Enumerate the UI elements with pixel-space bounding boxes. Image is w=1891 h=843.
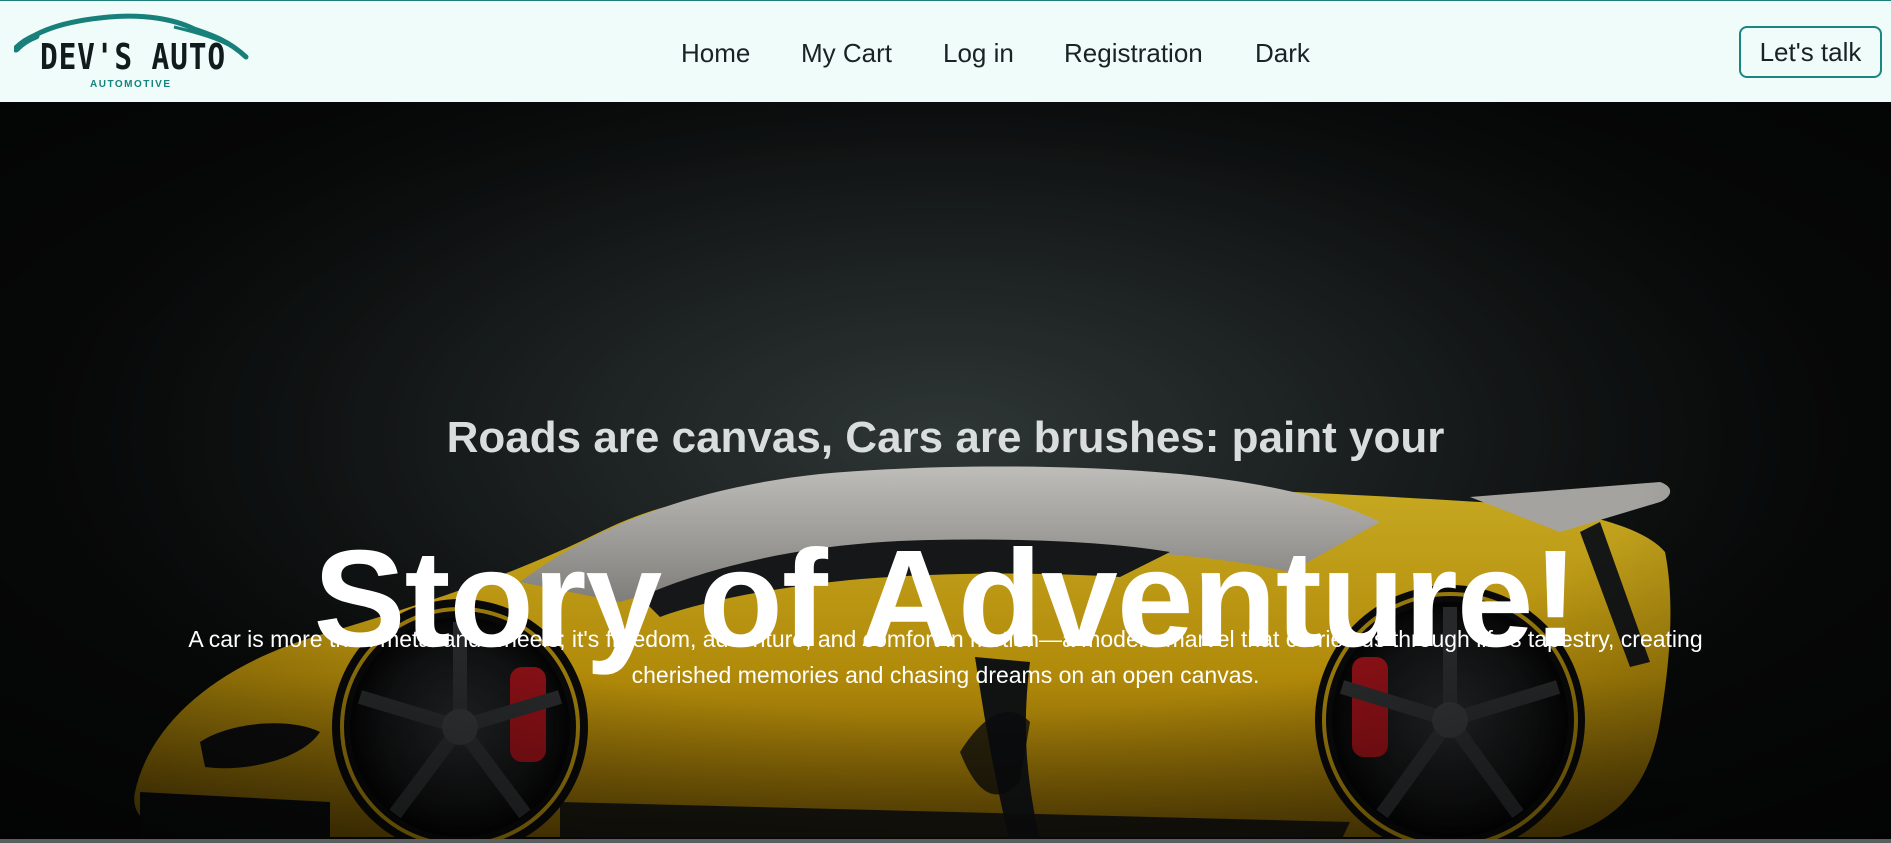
brand-logo[interactable]: DEV'S AUTO AUTOMOTIVE <box>14 13 250 93</box>
main-nav: Home My Cart Log in Registration Dark <box>0 1 1891 103</box>
brand-name: DEV'S AUTO <box>40 37 226 78</box>
brand-subtitle: AUTOMOTIVE <box>90 79 172 90</box>
hero-section: Roads are canvas, Cars are brushes: pain… <box>0 102 1891 843</box>
hero-description: A car is more than metal and wheels; it'… <box>188 626 1703 688</box>
hero-tagline: Roads are canvas, Cars are brushes: pain… <box>446 412 1445 462</box>
nav-login-link[interactable]: Log in <box>943 38 1014 68</box>
sports-car-image <box>0 102 1891 843</box>
dark-mode-toggle[interactable]: Dark <box>1255 38 1310 68</box>
hero-bottom-divider <box>0 839 1891 843</box>
navbar: DEV'S AUTO AUTOMOTIVE Home My Cart Log i… <box>0 0 1891 102</box>
nav-my-cart-link[interactable]: My Cart <box>801 38 892 68</box>
nav-home-link[interactable]: Home <box>681 38 750 68</box>
lets-talk-button[interactable]: Let's talk <box>1739 26 1882 78</box>
nav-registration-link[interactable]: Registration <box>1064 38 1203 68</box>
